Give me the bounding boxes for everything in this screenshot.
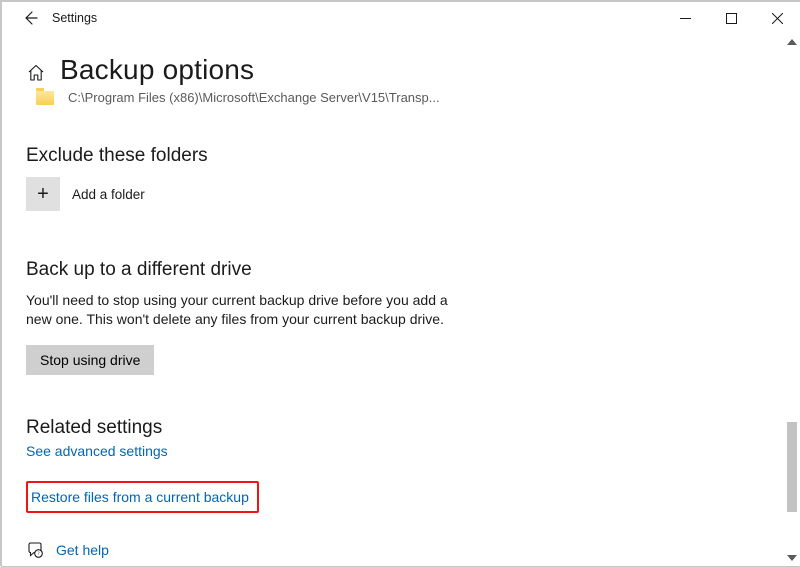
add-folder-button[interactable]: + Add a folder bbox=[26, 177, 760, 211]
page-title: Backup options bbox=[60, 54, 254, 86]
different-drive-heading: Back up to a different drive bbox=[26, 259, 760, 281]
related-settings-section: Related settings See advanced settings R… bbox=[26, 417, 760, 513]
advanced-settings-link[interactable]: See advanced settings bbox=[26, 443, 168, 459]
scroll-thumb[interactable] bbox=[787, 422, 797, 512]
close-button[interactable] bbox=[754, 2, 800, 34]
maximize-button[interactable] bbox=[708, 2, 754, 34]
chat-help-icon: ? bbox=[26, 541, 44, 559]
different-drive-section: Back up to a different drive You'll need… bbox=[26, 259, 760, 375]
home-icon bbox=[27, 64, 45, 82]
folder-icon bbox=[36, 91, 54, 105]
scroll-down-button[interactable] bbox=[784, 550, 800, 566]
restore-files-link[interactable]: Restore files from a current backup bbox=[31, 489, 249, 505]
restore-link-highlight: Restore files from a current backup bbox=[26, 481, 259, 513]
get-help-label: Get help bbox=[56, 542, 109, 558]
exclude-heading: Exclude these folders bbox=[26, 145, 760, 167]
stop-using-drive-button[interactable]: Stop using drive bbox=[26, 345, 154, 375]
titlebar: Settings bbox=[2, 2, 800, 34]
close-icon bbox=[772, 13, 783, 24]
vertical-scrollbar[interactable] bbox=[784, 34, 800, 566]
different-drive-body: You'll need to stop using your current b… bbox=[26, 291, 456, 329]
add-folder-label: Add a folder bbox=[72, 187, 145, 202]
chevron-down-icon bbox=[787, 555, 797, 561]
window-title: Settings bbox=[52, 11, 97, 25]
exclude-section: Exclude these folders + Add a folder bbox=[26, 145, 760, 211]
related-heading: Related settings bbox=[26, 417, 760, 439]
chevron-up-icon bbox=[787, 39, 797, 45]
arrow-left-icon bbox=[22, 10, 38, 26]
current-folder-path: C:\Program Files (x86)\Microsoft\Exchang… bbox=[68, 90, 440, 105]
plus-icon: + bbox=[26, 177, 60, 211]
get-help-link[interactable]: ? Get help bbox=[26, 541, 760, 559]
home-button[interactable] bbox=[26, 63, 46, 83]
scroll-up-button[interactable] bbox=[784, 34, 800, 50]
minimize-button[interactable] bbox=[662, 2, 708, 34]
current-folder-row[interactable]: C:\Program Files (x86)\Microsoft\Exchang… bbox=[36, 90, 760, 105]
content-area: Backup options C:\Program Files (x86)\Mi… bbox=[2, 34, 800, 566]
window-controls bbox=[662, 2, 800, 34]
minimize-icon bbox=[680, 13, 691, 24]
maximize-icon bbox=[726, 13, 737, 24]
back-button[interactable] bbox=[8, 2, 52, 34]
page-header: Backup options bbox=[26, 54, 760, 86]
